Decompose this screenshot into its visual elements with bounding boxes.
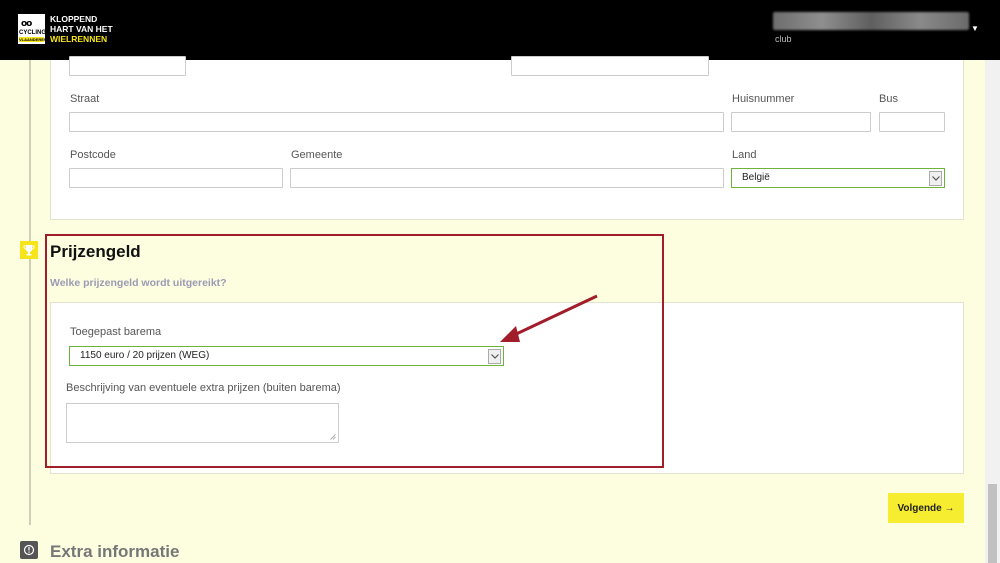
street-input[interactable] xyxy=(69,112,724,132)
page-scrollbar[interactable] xyxy=(985,60,1000,563)
extra-info-section-title: Extra informatie xyxy=(50,542,180,561)
city-input[interactable] xyxy=(290,168,724,188)
user-menu-caret-icon[interactable]: ▼ xyxy=(971,24,979,33)
logo-text-highlight: WIELRENNEN xyxy=(50,34,108,44)
timeline-line xyxy=(29,60,31,525)
previous-field-input[interactable] xyxy=(69,56,186,76)
logo[interactable]: oo CYCLING VLAANDEREN KLOPPEND HART VAN … xyxy=(18,14,113,44)
country-select-value: België xyxy=(742,172,770,183)
logo-text-line-1: KLOPPEND xyxy=(50,14,98,24)
logo-text-line-2: HART VAN HET xyxy=(50,24,113,34)
house-number-input[interactable] xyxy=(731,112,871,132)
annotation-arrow-icon xyxy=(500,294,598,342)
previous-field-input-2[interactable] xyxy=(511,56,709,76)
next-button-label: Volgende xyxy=(897,502,942,514)
trophy-icon xyxy=(20,241,38,259)
logo-badge: oo CYCLING VLAANDEREN xyxy=(18,14,47,44)
street-label: Straat xyxy=(70,93,100,105)
logo-eyes-icon: oo xyxy=(21,19,32,29)
box-label: Bus xyxy=(879,93,898,105)
info-icon xyxy=(20,541,38,559)
arrow-right-icon: → xyxy=(944,502,955,514)
logo-badge-line-2: VLAANDEREN xyxy=(19,37,47,42)
postcode-label: Postcode xyxy=(70,149,116,161)
box-input[interactable] xyxy=(879,112,945,132)
chevron-down-icon[interactable] xyxy=(929,171,942,186)
country-select[interactable]: België xyxy=(731,168,945,188)
address-card: Straat Huisnummer Bus Postcode Gemeente … xyxy=(50,56,964,220)
user-role: club xyxy=(775,34,792,44)
scrollbar-thumb[interactable] xyxy=(988,484,997,563)
city-label: Gemeente xyxy=(291,149,343,161)
highlight-box xyxy=(45,234,664,468)
next-button[interactable]: Volgende → xyxy=(888,493,964,523)
top-bar: oo CYCLING VLAANDEREN KLOPPEND HART VAN … xyxy=(0,0,1000,60)
house-number-label: Huisnummer xyxy=(732,93,795,105)
country-label: Land xyxy=(732,149,757,161)
postcode-input[interactable] xyxy=(69,168,283,188)
user-menu[interactable]: club ▼ xyxy=(773,12,979,46)
logo-badge-line-1: CYCLING xyxy=(19,30,46,36)
logo-text: KLOPPEND HART VAN HET WIELRENNEN xyxy=(50,14,113,44)
user-name-blurred xyxy=(773,12,969,30)
